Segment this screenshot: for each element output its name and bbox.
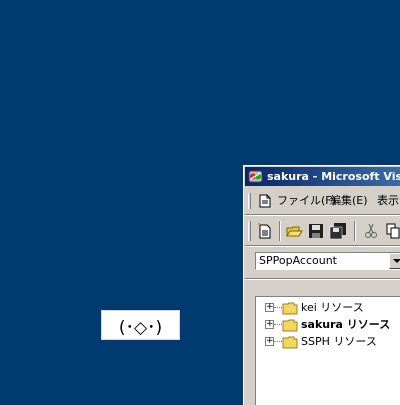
expand-icon[interactable]: + bbox=[265, 303, 274, 312]
folder-icon bbox=[282, 302, 298, 315]
tree-node-label: kei リソース bbox=[301, 301, 364, 314]
folder-icon bbox=[282, 319, 298, 332]
copy-icon[interactable] bbox=[384, 222, 400, 240]
document-icon[interactable] bbox=[259, 194, 271, 208]
menu-file[interactable]: ファイル(F) bbox=[277, 190, 336, 212]
save-icon[interactable] bbox=[307, 222, 325, 240]
tree-node-label: sakura リソース bbox=[301, 318, 391, 331]
vb-app-icon bbox=[248, 170, 263, 183]
toolbar-separator bbox=[354, 221, 356, 241]
ide-window[interactable]: sakura - Microsoft Visual ファイル(F) 編集(E) … bbox=[243, 165, 400, 405]
window-title: sakura - Microsoft Visual bbox=[267, 170, 400, 183]
menubar-grip[interactable] bbox=[248, 193, 251, 209]
panel-separator bbox=[245, 278, 400, 280]
add-form-icon[interactable] bbox=[256, 222, 274, 240]
menu-edit[interactable]: 編集(E) bbox=[330, 190, 368, 212]
open-folder-icon[interactable] bbox=[285, 222, 303, 240]
menu-separator bbox=[245, 214, 400, 216]
folder-icon bbox=[282, 336, 298, 349]
toolbar-separator bbox=[279, 221, 281, 241]
title-bar[interactable]: sakura - Microsoft Visual bbox=[245, 167, 400, 186]
save-all-icon[interactable] bbox=[329, 222, 347, 240]
menu-bar: ファイル(F) 編集(E) 表示 bbox=[246, 190, 400, 212]
project-tree[interactable]: + kei リソース + sakura リソース + SSPH リソース bbox=[255, 296, 400, 405]
toolbar-grip[interactable] bbox=[248, 221, 251, 241]
tree-node-label: SSPH リソース bbox=[301, 335, 377, 348]
toolbar-separator-line bbox=[245, 245, 400, 247]
expand-icon[interactable]: + bbox=[265, 320, 274, 329]
menu-view[interactable]: 表示 bbox=[377, 190, 399, 212]
object-combo[interactable]: SPPopAccount bbox=[255, 252, 400, 270]
desktop-emoticon-label: (･◇･) bbox=[101, 310, 180, 340]
expand-icon[interactable]: + bbox=[265, 337, 274, 346]
cut-icon[interactable] bbox=[362, 222, 380, 240]
chevron-down-icon[interactable] bbox=[389, 253, 400, 269]
object-combo-value: SPPopAccount bbox=[259, 254, 337, 267]
